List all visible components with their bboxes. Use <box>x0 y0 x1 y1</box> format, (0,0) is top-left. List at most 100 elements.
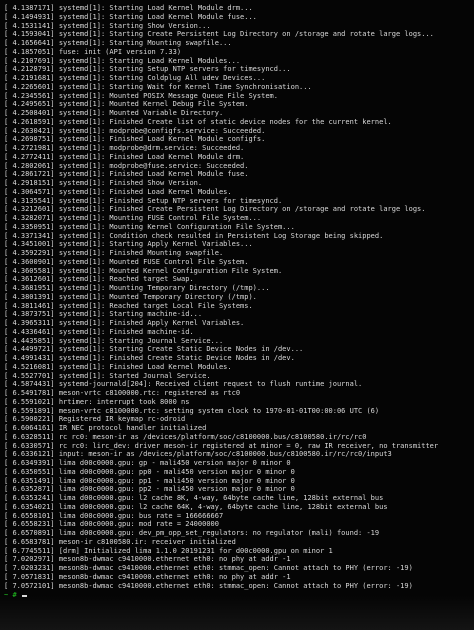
log-message: lima d00c0000.gpu: gp - mali450 version … <box>58 459 291 467</box>
log-message: hrtimer: interrupt took 8000 ns <box>58 397 190 406</box>
log-timestamp: 6.7745511 <box>12 546 51 555</box>
log-timestamp: 6.6336121 <box>12 450 51 459</box>
log-timestamp: 4.5527701 <box>12 371 51 380</box>
log-bracket-close: ] <box>50 581 59 590</box>
log-line: [ 6.6336121] input: meson-ir as /devices… <box>4 450 470 459</box>
log-message: systemd[1]: Finished Mounting swapfile. <box>58 249 224 257</box>
log-line: [ 4.3801391] systemd[1]: Mounted Tempora… <box>4 293 470 302</box>
log-message: systemd[1]: Starting Mounting swapfile..… <box>58 39 232 47</box>
log-message: systemd[1]: Mounting Temporary Directory… <box>58 284 270 292</box>
log-bracket-close: ] <box>50 301 59 310</box>
log-bracket-close: ] <box>50 485 59 494</box>
log-bracket-close: ] <box>50 21 59 30</box>
log-bracket-close: ] <box>50 336 59 345</box>
log-bracket-close: ] <box>50 257 59 266</box>
log-timestamp: 4.2918151 <box>12 179 51 187</box>
log-message: fuse: init (API version 7.33) <box>58 47 182 56</box>
log-bracket-close: ] <box>50 65 59 74</box>
log-line: [ 4.3135541] systemd[1]: Finished Setup … <box>4 197 470 206</box>
log-bracket-close: ] <box>50 327 59 336</box>
log-bracket-close: ] <box>50 371 59 380</box>
log-timestamp: 4.3282071 <box>12 214 51 222</box>
log-message: systemd[1]: Starting Coldplug All udev D… <box>58 74 266 82</box>
log-timestamp: 4.5216081 <box>12 362 51 371</box>
log-message: systemd[1]: modprobe@configfs.service: S… <box>58 126 266 135</box>
log-line: [ 6.5591021] hrtimer: interrupt took 800… <box>4 398 470 407</box>
log-timestamp: 6.6328511 <box>12 432 51 441</box>
log-bracket-close: ] <box>50 310 59 319</box>
log-line: [ 7.0203231] meson8b-dwmac c9410000.ethe… <box>4 564 470 573</box>
log-bracket-close: ] <box>50 345 59 354</box>
log-message: systemd[1]: Starting Apply Kernel Variab… <box>58 240 253 249</box>
log-timestamp: 4.4991431 <box>12 354 51 362</box>
log-message: lima d00c0000.gpu: dev_pm_opp_set_regula… <box>58 529 380 537</box>
log-bracket-close: ] <box>50 354 59 362</box>
log-timestamp: 4.2698751 <box>12 135 51 144</box>
log-bracket-close: ] <box>50 441 59 450</box>
log-message: systemd[1]: Mounted Kernel Configuration… <box>58 266 283 275</box>
log-message: systemd[1]: modprobe@drm.service: Succee… <box>58 144 245 152</box>
log-line: [ 6.7745511] [drm] Initialized lima 1.1.… <box>4 547 470 556</box>
log-line: [ 4.2802061] systemd[1]: modprobe@fuse.s… <box>4 162 470 171</box>
log-message: meson-ir c8100580.ir: receiver initializ… <box>58 537 236 546</box>
log-timestamp: 7.0202971 <box>12 555 51 564</box>
log-message: meson8b-dwmac c9410000.ethernet eth0: no… <box>58 572 291 581</box>
log-line: [ 7.0202971] meson8b-dwmac c9410000.ethe… <box>4 555 470 564</box>
log-line: [ 6.6352871] lima d00c0000.gpu: pp2 - ma… <box>4 485 470 494</box>
log-message: systemd[1]: Reached target Swap. <box>58 275 194 284</box>
log-message: meson-vrtc c8100000.rtc: registered as r… <box>58 389 241 397</box>
log-bracket-close: ] <box>50 91 59 100</box>
log-message: lima d00c0000.gpu: pp2 - mali450 version… <box>58 485 295 494</box>
log-timestamp: 4.3605581 <box>12 266 51 275</box>
log-bracket-close: ] <box>50 424 59 432</box>
log-message: systemd[1]: Mounted Kernel Debug File Sy… <box>58 100 249 109</box>
log-timestamp: 4.2508401 <box>12 109 51 117</box>
log-line: [ 6.5591891] meson-vrtc c8100000.rtc: se… <box>4 407 470 416</box>
log-timestamp: 4.1387171 <box>12 4 51 12</box>
log-line: [ 4.2861721] systemd[1]: Finished Load K… <box>4 170 470 179</box>
log-message: systemd[1]: Mounted Temporary Directory … <box>58 292 257 301</box>
log-line: [ 4.5874431] systemd-journald[204]: Rece… <box>4 380 470 389</box>
log-timestamp: 6.6349391 <box>12 459 51 467</box>
log-line: [ 4.2698751] systemd[1]: Finished Load K… <box>4 135 470 144</box>
log-bracket-close: ] <box>50 214 59 222</box>
log-bracket-close: ] <box>50 284 59 292</box>
log-timestamp: 4.3811461 <box>12 301 51 310</box>
shell-prompt-line[interactable]: ~ # <box>4 591 470 601</box>
log-message: systemd[1]: Mounted POSIX Message Queue … <box>58 91 278 100</box>
log-message: systemd[1]: Finished Load Kernel Module … <box>58 170 249 179</box>
log-message: lima d00c0000.gpu: pp0 - mali450 version… <box>58 467 295 476</box>
log-message: systemd[1]: Starting Journal Service... <box>58 336 224 345</box>
log-timestamp: 4.3451001 <box>12 240 51 249</box>
log-message: rc rc0: lirc_dev: driver meson-ir regist… <box>58 441 439 450</box>
log-message: systemd[1]: Mounting FUSE Control File S… <box>58 214 262 222</box>
log-bracket-close: ] <box>50 380 59 389</box>
log-timestamp: 4.2772411 <box>12 152 51 161</box>
log-message: systemd[1]: Finished Load Kernel Modules… <box>58 362 232 371</box>
log-line: [ 6.6353241] lima d00c0000.gpu: l2 cache… <box>4 494 470 503</box>
log-timestamp: 4.2861721 <box>12 170 51 179</box>
log-timestamp: 6.5591891 <box>12 406 51 415</box>
log-timestamp: 4.3592291 <box>12 249 51 257</box>
log-timestamp: 6.6352871 <box>12 485 51 494</box>
log-bracket-close: ] <box>50 170 59 179</box>
log-line: [ 4.2495651] systemd[1]: Mounted Kernel … <box>4 100 470 109</box>
log-message: systemd[1]: Finished Setup NTP servers f… <box>58 196 283 205</box>
log-line: [ 4.2107691] systemd[1]: Starting Load K… <box>4 57 470 66</box>
log-bracket-close: ] <box>50 564 59 572</box>
prompt-path: ~ <box>4 591 9 600</box>
log-line: [ 4.3371341] systemd[1]: Condition check… <box>4 232 470 241</box>
log-line: [ 4.3212601] systemd[1]: Finished Create… <box>4 205 470 214</box>
log-line: [ 6.6350551] lima d00c0000.gpu: pp0 - ma… <box>4 468 470 477</box>
kernel-log: [ 4.1387171] systemd[1]: Starting Load K… <box>4 4 470 601</box>
log-timestamp: 6.6351491 <box>12 476 51 485</box>
log-bracket-close: ] <box>50 126 59 135</box>
log-line: [ 4.2265601] systemd[1]: Starting Wait f… <box>4 83 470 92</box>
log-line: [ 6.5900221] Registered IR keymap rc-odr… <box>4 415 470 424</box>
log-line: [ 4.2128791] systemd[1]: Starting Setup … <box>4 65 470 74</box>
log-message: systemd[1]: Finished Create Static Devic… <box>58 354 295 362</box>
log-line: [ 4.3282071] systemd[1]: Mounting FUSE C… <box>4 214 470 223</box>
log-timestamp: 6.6330571 <box>12 441 51 450</box>
log-line: [ 6.6328511] rc rc0: meson-ir as /device… <box>4 433 470 442</box>
console-screen: [ 4.1387171] systemd[1]: Starting Load K… <box>0 0 474 630</box>
